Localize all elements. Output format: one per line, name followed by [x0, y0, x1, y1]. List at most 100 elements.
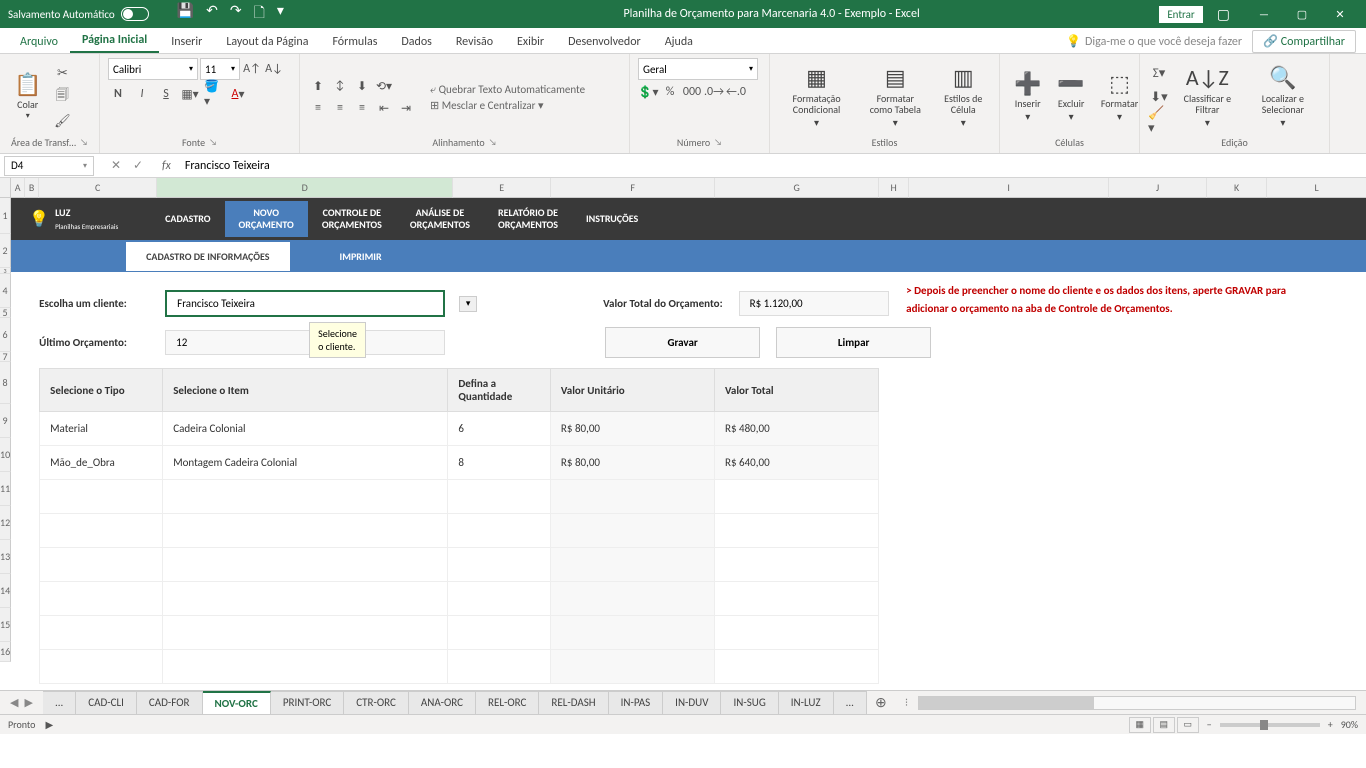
dialog-launcher-icon[interactable]: ↘	[209, 137, 217, 148]
table-cell[interactable]	[40, 650, 163, 684]
table-cell[interactable]	[550, 650, 714, 684]
cut-icon[interactable]: ✂	[51, 62, 73, 84]
cell-styles-button[interactable]: ▥Estilos de Célula ▾	[935, 64, 991, 129]
col-header[interactable]: G	[715, 178, 879, 198]
row-header[interactable]: 10	[0, 438, 11, 472]
table-cell[interactable]	[163, 616, 448, 650]
table-cell[interactable]	[550, 514, 714, 548]
font-size-combo[interactable]: 11▾	[200, 58, 240, 80]
table-cell[interactable]: Montagem Cadeira Colonial	[163, 446, 448, 480]
row-header[interactable]: 9	[0, 404, 11, 438]
col-header[interactable]: J	[1109, 178, 1207, 198]
dialog-launcher-icon[interactable]: ↘	[80, 137, 88, 148]
tab-data[interactable]: Dados	[389, 31, 443, 53]
table-cell[interactable]	[715, 616, 879, 650]
sheet-tab[interactable]: IN-LUZ	[779, 691, 834, 714]
formula-cancel-icon[interactable]: ✕	[106, 158, 126, 173]
col-header[interactable]: D	[157, 178, 453, 198]
sheet-nav-next-icon[interactable]: ▶	[22, 696, 34, 709]
table-cell[interactable]	[550, 582, 714, 616]
table-cell[interactable]	[448, 616, 551, 650]
tab-review[interactable]: Revisão	[444, 31, 505, 53]
dialog-launcher-icon[interactable]: ↘	[489, 137, 497, 148]
increase-font-icon[interactable]: A↑	[242, 59, 262, 79]
dialog-launcher-icon[interactable]: ↘	[714, 137, 722, 148]
sheet-tab[interactable]: CAD-CLI	[76, 691, 137, 714]
format-cells-button[interactable]: ⬚Formatar ▾	[1095, 70, 1144, 124]
sheet-nav-prev-icon[interactable]: ◀	[8, 696, 20, 709]
table-cell[interactable]	[40, 514, 163, 548]
sort-filter-button[interactable]: A↓ZClassificar e Filtrar ▾	[1174, 64, 1241, 129]
sheet-tab[interactable]: ANA-ORC	[409, 691, 476, 714]
nav-controle[interactable]: CONTROLE DEORÇAMENTOS	[308, 201, 396, 237]
inc-decimal-icon[interactable]: .0→	[704, 82, 724, 102]
tab-layout[interactable]: Layout da Página	[214, 31, 320, 53]
font-color-icon[interactable]: A▾	[228, 84, 248, 104]
table-cell[interactable]	[550, 616, 714, 650]
row-header[interactable]: 16	[0, 642, 11, 662]
decrease-font-icon[interactable]: A↓	[264, 59, 284, 79]
zoom-value[interactable]: 90%	[1341, 718, 1358, 731]
align-left-icon[interactable]: ≡	[308, 98, 328, 118]
table-cell[interactable]: Cadeira Colonial	[163, 412, 448, 446]
new-sheet-icon[interactable]: ⊕	[867, 694, 895, 711]
sheet-tab[interactable]: IN-SUG	[721, 691, 778, 714]
qat-icon[interactable]: 🗋	[254, 2, 265, 26]
sheet-tab[interactable]: PRINT-ORC	[271, 691, 344, 714]
border-icon[interactable]: ▦▾	[180, 84, 200, 104]
sheet-tab[interactable]: ...	[43, 691, 76, 714]
col-header[interactable]: I	[909, 178, 1109, 198]
sheet-tab[interactable]: CTR-ORC	[344, 691, 409, 714]
row-header[interactable]: 1	[0, 198, 11, 234]
tab-file[interactable]: Arquivo	[8, 31, 70, 53]
table-cell[interactable]: 6	[448, 412, 551, 446]
align-center-icon[interactable]: ≡	[330, 98, 350, 118]
table-cell[interactable]	[40, 548, 163, 582]
save-icon[interactable]: 💾	[177, 2, 194, 26]
indent-left-icon[interactable]: ⇤	[374, 98, 394, 118]
name-box[interactable]: D4▾	[4, 156, 94, 176]
table-cell[interactable]	[715, 480, 879, 514]
cliente-dropdown-icon[interactable]: ▾	[459, 296, 477, 312]
fx-icon[interactable]: fx	[156, 159, 177, 173]
percent-icon[interactable]: %	[660, 82, 680, 102]
autosum-icon[interactable]: Σ▾	[1148, 62, 1170, 84]
orientation-icon[interactable]: ⟲▾	[374, 76, 394, 96]
indent-right-icon[interactable]: ⇥	[396, 98, 416, 118]
align-bottom-icon[interactable]: ⬇	[352, 76, 372, 96]
paste-button[interactable]: 📋 Colar ▾	[8, 71, 47, 123]
zoom-in-icon[interactable]: +	[1328, 718, 1333, 731]
align-top-icon[interactable]: ⬆	[308, 76, 328, 96]
align-middle-icon[interactable]: ↕	[330, 76, 350, 96]
table-cell[interactable]: 8	[448, 446, 551, 480]
sheet-tab[interactable]: IN-DUV	[663, 691, 721, 714]
wrap-text-button[interactable]: ⤶ Quebrar Texto Automaticamente	[430, 83, 585, 97]
row-header[interactable]: 7	[0, 352, 11, 362]
col-header[interactable]: F	[551, 178, 715, 198]
redo-icon[interactable]: ↷	[230, 2, 242, 26]
align-right-icon[interactable]: ≡	[352, 98, 372, 118]
col-header[interactable]: H	[879, 178, 909, 198]
table-cell[interactable]	[163, 548, 448, 582]
col-header[interactable]: E	[453, 178, 551, 198]
col-header[interactable]: K	[1207, 178, 1267, 198]
minimize-icon[interactable]: —	[1246, 2, 1282, 26]
view-normal-icon[interactable]: ▦	[1129, 717, 1151, 733]
table-cell[interactable]	[448, 650, 551, 684]
table-cell[interactable]	[550, 548, 714, 582]
copy-icon[interactable]: 🗐	[51, 86, 73, 108]
fill-color-icon[interactable]: 🪣▾	[204, 84, 224, 104]
table-cell[interactable]: R$ 640,00	[715, 446, 879, 480]
table-cell[interactable]	[715, 582, 879, 616]
table-cell[interactable]	[715, 514, 879, 548]
row-header[interactable]: 6	[0, 318, 11, 352]
table-cell[interactable]: R$ 480,00	[715, 412, 879, 446]
underline-icon[interactable]: S	[156, 84, 176, 104]
table-cell[interactable]	[40, 616, 163, 650]
table-cell[interactable]	[715, 548, 879, 582]
nav-analise[interactable]: ANÁLISE DEORÇAMENTOS	[396, 201, 484, 237]
dec-decimal-icon[interactable]: ←.0	[726, 82, 746, 102]
number-format-combo[interactable]: Geral▾	[638, 58, 758, 80]
table-cell[interactable]	[448, 582, 551, 616]
row-header[interactable]: 15	[0, 608, 11, 642]
